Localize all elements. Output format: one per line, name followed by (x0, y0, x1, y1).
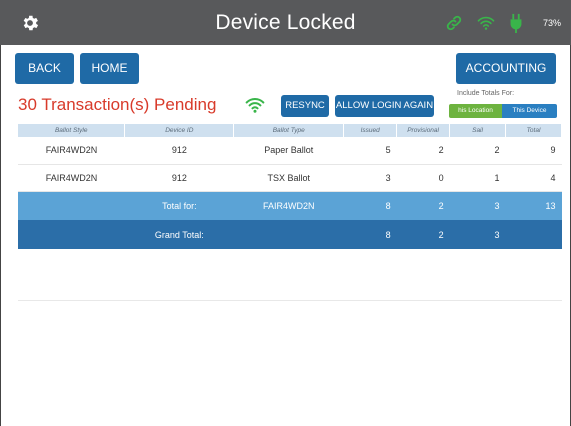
pending-transactions-text: 30 Transaction(s) Pending (18, 95, 217, 114)
content-divider (18, 300, 562, 301)
cell-provisional: 0 (396, 164, 450, 192)
total-row-ballot-style: FAIR4WD2N (233, 191, 344, 220)
cell-sail: 2 (449, 137, 506, 165)
cell-issued: 5 (343, 137, 397, 165)
grand-total-spacer (18, 220, 125, 249)
allow-login-again-button[interactable]: ALLOW LOGIN AGAIN (335, 95, 434, 117)
grand-total-provisional: 2 (396, 220, 450, 249)
total-row-provisional: 2 (396, 191, 450, 220)
grand-total-row: Grand Total: 8 2 3 (18, 220, 562, 249)
cell-total: 4 (505, 164, 562, 192)
total-row-total: 13 (505, 191, 562, 220)
status-icons: 73% (445, 12, 561, 34)
column-header-device-id[interactable]: Device ID (124, 124, 235, 137)
power-plug-icon (510, 13, 522, 33)
cell-ballot-style: FAIR4WD2N (18, 137, 125, 165)
column-header-sail[interactable]: Sail (449, 124, 506, 137)
cell-ballot-style: FAIR4WD2N (18, 164, 125, 192)
wifi-icon (477, 16, 495, 30)
battery-level: 73% (542, 18, 561, 28)
home-button[interactable]: HOME (80, 53, 139, 84)
transactions-table: Ballot Style Device ID Ballot Type Issue… (18, 124, 562, 249)
table-row: FAIR4WD2N 912 TSX Ballot 3 0 1 4 (18, 164, 562, 192)
column-header-provisional[interactable]: Provisional (396, 124, 451, 137)
cell-issued: 3 (343, 164, 397, 192)
grand-total-total-empty (505, 220, 562, 249)
totals-scope-toggle: his Location This Device (449, 104, 557, 118)
cell-sail: 1 (449, 164, 506, 192)
link-icon (446, 15, 462, 31)
resync-button[interactable]: RESYNC (281, 95, 329, 117)
column-header-issued[interactable]: Issued (343, 124, 398, 137)
cell-total: 9 (505, 137, 562, 165)
grand-total-issued: 8 (343, 220, 397, 249)
table-row: FAIR4WD2N 912 Paper Ballot 5 2 2 9 (18, 137, 562, 165)
column-header-ballot-type[interactable]: Ballot Type (233, 124, 345, 137)
cell-ballot-type: Paper Ballot (233, 137, 344, 165)
column-header-ballot-style[interactable]: Ballot Style (18, 124, 126, 137)
total-row-issued: 8 (343, 191, 397, 220)
total-row-sail: 3 (449, 191, 506, 220)
this-location-option[interactable]: his Location (449, 104, 502, 118)
wifi-sync-icon (245, 98, 265, 113)
total-row: Total for: FAIR4WD2N 8 2 3 13 (18, 191, 562, 220)
grand-total-label: Grand Total: (124, 220, 234, 249)
back-button[interactable]: BACK (15, 53, 74, 84)
cell-device-id: 912 (124, 164, 234, 192)
grand-total-empty (233, 220, 344, 249)
cell-device-id: 912 (124, 137, 234, 165)
total-row-spacer (18, 191, 125, 220)
top-bar: Device Locked 73% (0, 0, 571, 45)
this-device-option[interactable]: This Device (502, 104, 557, 118)
frame-left-edge (0, 45, 1, 426)
total-row-label: Total for: (124, 191, 234, 220)
cell-provisional: 2 (396, 137, 450, 165)
cell-ballot-type: TSX Ballot (233, 164, 344, 192)
include-totals-label: Include Totals For: (457, 90, 515, 97)
grand-total-sail: 3 (449, 220, 506, 249)
column-header-total[interactable]: Total (505, 124, 562, 137)
table-header-row: Ballot Style Device ID Ballot Type Issue… (18, 124, 562, 137)
accounting-button[interactable]: ACCOUNTING (456, 53, 556, 84)
